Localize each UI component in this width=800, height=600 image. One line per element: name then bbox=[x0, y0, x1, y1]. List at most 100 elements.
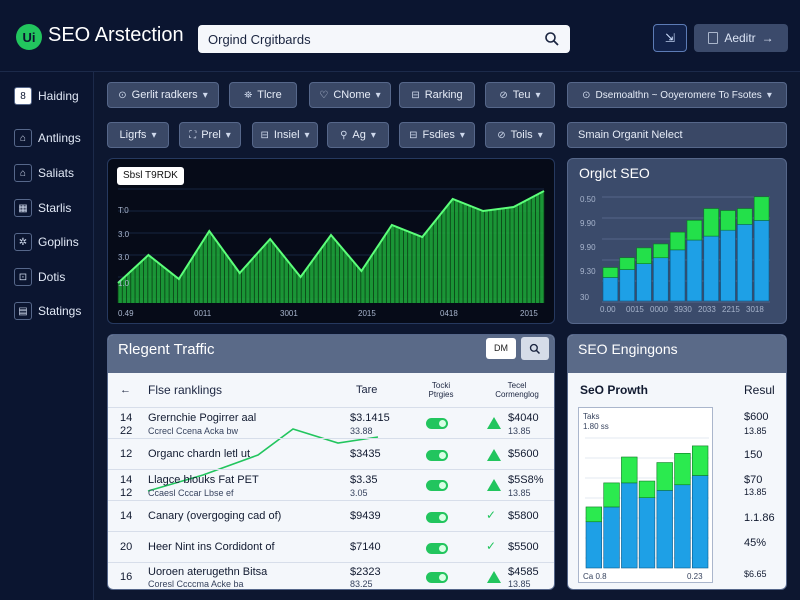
trend-up-icon bbox=[487, 571, 501, 583]
sidebar-item-antlings[interactable]: ⌂ Antlings bbox=[14, 126, 81, 150]
bar-base bbox=[653, 257, 669, 302]
filter-date-range[interactable]: ⊙ Dsemoalthn ~ Ooyeromere To Fsotes ▾ bbox=[567, 82, 787, 108]
row-toggle[interactable] bbox=[426, 450, 448, 461]
bar-base bbox=[656, 490, 673, 569]
row-rank: 20 bbox=[120, 541, 133, 553]
bar-base bbox=[703, 235, 719, 302]
result-value: $600 bbox=[744, 411, 769, 423]
list-icon: ▤ bbox=[14, 302, 32, 320]
filter-label: Toils bbox=[510, 129, 533, 141]
filter-insiel[interactable]: ⊟ Insiel ▾ bbox=[252, 122, 318, 148]
filter-gerlit-radkers[interactable]: ⊙ Gerlit radkers ▾ bbox=[107, 82, 219, 108]
export-button[interactable]: ⇲ bbox=[653, 24, 687, 52]
table-row[interactable]: 14 Canary (overgoging cad of) $9439 ✓ $5… bbox=[108, 500, 554, 531]
settings-icon: ✲ bbox=[14, 233, 32, 251]
filter-label: Rarking bbox=[424, 89, 463, 101]
organic-seo-panel: Orglct SEO 0.50 9.90 9.90 9.30 30 0.00 0… bbox=[567, 158, 787, 324]
sidebar-item-dotis[interactable]: ⊡ Dotis bbox=[14, 265, 65, 289]
row-toggle[interactable] bbox=[426, 543, 448, 554]
sidebar-item-goplins[interactable]: ✲ Goplins bbox=[14, 230, 79, 254]
audit-button[interactable]: Aeditr → bbox=[694, 24, 788, 52]
filter-cnome[interactable]: ♡ CNome ▾ bbox=[309, 82, 391, 108]
filter-rarking[interactable]: ⊟ Rarking bbox=[399, 82, 475, 108]
y-tick: T:0 bbox=[118, 206, 129, 215]
bar-base bbox=[753, 220, 770, 302]
search-input[interactable]: Orgind Crgitbards bbox=[198, 25, 570, 53]
bar-base bbox=[619, 269, 635, 302]
chart-tag[interactable]: Sbsl T9RDK bbox=[117, 167, 184, 185]
bar-top bbox=[621, 456, 638, 484]
bar-base bbox=[602, 277, 619, 302]
bar-base bbox=[636, 263, 652, 302]
filter-label: Dsemoalthn ~ Ooyeromere To Fsotes bbox=[595, 89, 762, 101]
table-row[interactable]: 12 Organc chardn letl ut $3435 $5600 bbox=[108, 438, 554, 469]
sidebar-item-statings[interactable]: ▤ Statings bbox=[14, 299, 81, 323]
x-tick: 0.49 bbox=[118, 309, 134, 318]
tag-icon: ⊘ bbox=[499, 89, 508, 101]
search-icon[interactable] bbox=[544, 31, 560, 47]
x-tick: 2015 bbox=[358, 309, 376, 318]
table-row[interactable]: 16 Uoroen aterugethn Bitsa Coresl Ccccma… bbox=[108, 562, 554, 589]
row-name: Canary (overgoging cad of) bbox=[148, 510, 282, 522]
home-icon: ⌂ bbox=[14, 129, 32, 147]
bar-base bbox=[603, 506, 620, 569]
row-amount-secondary: 13.85 bbox=[508, 426, 531, 436]
y-tick: 0.50 bbox=[580, 195, 596, 204]
filter-teu[interactable]: ⊘ Teu ▾ bbox=[485, 82, 555, 108]
bar-base bbox=[720, 229, 736, 302]
sidebar-item-haiding[interactable]: 8 Haiding bbox=[14, 84, 79, 108]
sidebar-item-saliats[interactable]: ⌂ Saliats bbox=[14, 161, 74, 185]
row-toggle[interactable] bbox=[426, 418, 448, 429]
box-icon: ⊟ bbox=[409, 129, 418, 141]
row-name: Organc chardn letl ut bbox=[148, 448, 251, 460]
filter-organic-select[interactable]: Smain Organit Nelect bbox=[567, 122, 787, 148]
bar-top bbox=[653, 243, 669, 259]
row-name: Heer Nint ins Cordidont of bbox=[148, 541, 275, 553]
box-label: Taks bbox=[583, 412, 600, 421]
x-tick: 0418 bbox=[440, 309, 458, 318]
box-foot-left: Ca 0.8 bbox=[583, 572, 607, 581]
row-toggle[interactable] bbox=[426, 480, 448, 491]
growth-subtitle: SeO Prowth bbox=[580, 383, 649, 397]
target-icon: ⊙ bbox=[118, 89, 127, 101]
filter-ligrfs[interactable]: Ligrfs ▾ bbox=[107, 122, 169, 148]
calendar-icon: ⊡ bbox=[14, 268, 32, 286]
row-value: $3.1415 bbox=[350, 412, 390, 424]
chevron-down-icon: ▾ bbox=[375, 89, 381, 101]
bar-top bbox=[636, 247, 652, 264]
sidebar-item-starlis[interactable]: ▦ Starlis bbox=[14, 196, 71, 220]
row-amount: $5800 bbox=[508, 510, 539, 522]
bar-base bbox=[691, 475, 709, 569]
x-tick: 2215 bbox=[722, 305, 740, 314]
filter-prel[interactable]: ⛶ Prel ▾ bbox=[179, 122, 241, 148]
bar-top bbox=[674, 452, 691, 486]
filter-fsdies[interactable]: ⊟ Fsdies ▾ bbox=[399, 122, 475, 148]
bar-top bbox=[691, 445, 709, 476]
filter-label: CNome bbox=[333, 89, 371, 101]
row-amount: $5500 bbox=[508, 541, 539, 553]
row-rank-secondary: 22 bbox=[120, 425, 133, 437]
result-value: 150 bbox=[744, 449, 763, 461]
row-toggle[interactable] bbox=[426, 512, 448, 523]
row-amount-secondary: 13.85 bbox=[508, 488, 531, 498]
chevron-down-icon: ▾ bbox=[151, 129, 157, 141]
table-row[interactable]: 14 22 Grernchie Pogirrer aal Ccrecl Ccen… bbox=[108, 407, 554, 438]
row-toggle[interactable] bbox=[426, 572, 448, 583]
filter-toils[interactable]: ⊘ Toils ▾ bbox=[485, 122, 555, 148]
row-value: $3.35 bbox=[350, 474, 378, 486]
bar-top bbox=[753, 196, 770, 221]
dashboard-icon: 8 bbox=[14, 87, 32, 105]
sidebar-item-label: Statings bbox=[38, 304, 82, 318]
sidebar-item-label: Saliats bbox=[38, 166, 75, 180]
x-tick: 2015 bbox=[520, 309, 538, 318]
filter-tlcre[interactable]: ⛯ Tlcre bbox=[229, 82, 297, 108]
chevron-down-icon: ▾ bbox=[225, 129, 231, 141]
x-tick: 3018 bbox=[746, 305, 764, 314]
result-label: Resul bbox=[744, 383, 775, 397]
file-icon bbox=[708, 32, 719, 44]
table-row[interactable]: 20 Heer Nint ins Cordidont of $7140 ✓ $5… bbox=[108, 531, 554, 562]
result-value: 1.1.86 bbox=[744, 512, 775, 524]
y-tick: 3.0 bbox=[118, 253, 130, 262]
filter-ag[interactable]: ⚲ Ag ▾ bbox=[327, 122, 389, 148]
table-row[interactable]: 14 12 Llagce blouks Fat PET Ccaesl Cccar… bbox=[108, 469, 554, 500]
